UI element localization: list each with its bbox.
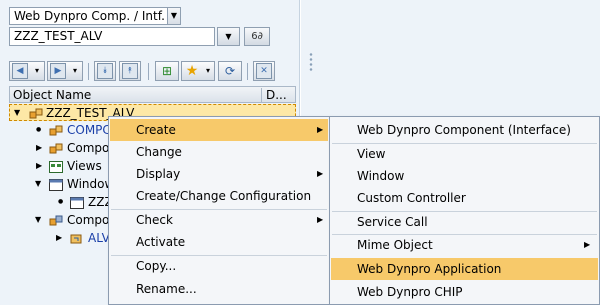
menu-item-check[interactable]: Check ▶ [110, 209, 328, 231]
favorites-button[interactable]: ★ ▾ [181, 61, 215, 81]
back-button[interactable]: ◀ ▾ [9, 61, 45, 81]
menu-item-rename[interactable]: Rename... [110, 278, 328, 300]
submenu-item-mime-object[interactable]: Mime Object ▶ [331, 234, 598, 256]
submenu-item-window[interactable]: Window [331, 165, 598, 187]
toolbar-separator [88, 63, 89, 80]
menu-label: Window [357, 169, 405, 183]
menu-label: Check [136, 213, 173, 227]
context-menu: Create ▶ Change Display ▶ Create/Change … [108, 116, 330, 305]
menu-label: Custom Controller [357, 191, 466, 205]
submenu-item-web-dynpro-chip[interactable]: Web Dynpro CHIP [331, 281, 598, 303]
small-dropdown-icon: ▾ [205, 66, 210, 75]
menu-label: Create [136, 123, 176, 137]
expand-down-icon: ⯯ [97, 63, 113, 79]
submenu-item-web-dynpro-application[interactable]: Web Dynpro Application [331, 258, 598, 280]
tree-label: Views [67, 159, 102, 173]
collapsed-arrow-icon: ▶ [36, 143, 43, 152]
submenu-arrow-icon: ▶ [317, 169, 324, 178]
views-icon [49, 160, 63, 173]
submenu-arrow-icon: ▶ [317, 215, 324, 224]
menu-item-display[interactable]: Display ▶ [110, 163, 328, 185]
close-tree-button[interactable]: ✕ [253, 61, 275, 81]
tree-label: ALV [88, 231, 110, 245]
create-submenu: Web Dynpro Component (Interface) View Wi… [329, 116, 600, 305]
submenu-item-view[interactable]: View [331, 143, 598, 165]
submenu-item-custom-controller[interactable]: Custom Controller [331, 187, 598, 209]
component-icon [49, 124, 63, 136]
menu-label: Service Call [357, 215, 428, 229]
menu-item-create-change-configuration[interactable]: Create/Change Configuration [110, 185, 328, 207]
menu-item-create[interactable]: Create ▶ [110, 119, 328, 141]
menu-item-activate[interactable]: Activate [110, 231, 328, 253]
submenu-arrow-icon: ▶ [317, 125, 324, 134]
collapse-up-icon: ⯭ [122, 63, 138, 79]
star-icon: ★ [185, 63, 199, 79]
window-icon [70, 196, 84, 209]
object-type-value: Web Dynpro Comp. / Intf. [14, 9, 165, 23]
component-use-icon [49, 214, 63, 226]
object-name-value: ZZZ_TEST_ALV [14, 29, 103, 43]
toolbar-separator [247, 63, 248, 80]
object-name-input[interactable]: ZZZ_TEST_ALV [9, 27, 215, 46]
column-description[interactable]: D... [261, 88, 287, 103]
menu-label: Mime Object [357, 238, 433, 252]
menu-item-change[interactable]: Change [110, 141, 328, 163]
submenu-arrow-icon: ▶ [584, 240, 591, 249]
menu-label: Web Dynpro CHIP [357, 285, 463, 299]
chevron-down-icon[interactable]: ▼ [167, 8, 180, 24]
submenu-item-web-dynpro-component-interface[interactable]: Web Dynpro Component (Interface) [331, 119, 598, 141]
menu-label: Web Dynpro Application [357, 262, 502, 276]
arrow-right-icon: ▶ [50, 63, 66, 79]
window-icon [49, 178, 63, 191]
small-dropdown-icon: ▾ [72, 66, 77, 75]
display-glasses-button[interactable]: 6∂ [244, 27, 270, 46]
bullet-icon: ● [36, 126, 42, 133]
forward-button[interactable]: ▶ ▾ [47, 61, 83, 81]
menu-label: Change [136, 145, 182, 159]
menu-label: Create/Change Configuration [136, 189, 312, 203]
component-icon [49, 142, 63, 154]
column-object-name[interactable]: Object Name [13, 88, 91, 102]
tree-label: COMPC [67, 123, 111, 137]
splitter-handle[interactable] [309, 52, 313, 72]
component-usage-icon [70, 232, 84, 244]
menu-label: Rename... [136, 282, 197, 296]
component-icon [29, 107, 43, 119]
toolbar-separator [148, 63, 149, 80]
refresh-button[interactable]: ⟳ [218, 61, 242, 81]
expand-arrow-icon: ▼ [35, 179, 42, 188]
object-type-dropdown[interactable]: Web Dynpro Comp. / Intf. [9, 7, 181, 25]
submenu-item-service-call[interactable]: Service Call [331, 211, 598, 233]
collapsed-arrow-icon: ▶ [36, 161, 43, 170]
menu-item-copy[interactable]: Copy... [110, 255, 328, 277]
expand-arrow-icon: ▼ [35, 215, 42, 224]
expand-arrow-icon: ▼ [14, 108, 21, 117]
arrow-left-icon: ◀ [12, 63, 28, 79]
small-dropdown-icon: ▾ [34, 66, 39, 75]
tree-column-header: Object Name D... [9, 86, 296, 103]
expand-all-button[interactable]: ⯯ [94, 61, 116, 81]
close-icon: ✕ [256, 63, 272, 79]
name-history-button[interactable]: ▼ [217, 27, 240, 46]
hierarchy-icon: ⊞ [161, 64, 173, 78]
menu-label: Copy... [136, 259, 177, 273]
menu-label: Display [136, 167, 181, 181]
collapse-all-button[interactable]: ⯭ [119, 61, 141, 81]
menu-label: Activate [136, 235, 186, 249]
hierarchy-button[interactable]: ⊞ [155, 61, 179, 81]
collapsed-arrow-icon: ▶ [56, 233, 63, 242]
menu-label: Web Dynpro Component (Interface) [357, 123, 571, 137]
menu-label: View [357, 147, 386, 161]
bullet-icon: ● [58, 198, 64, 205]
refresh-icon: ⟳ [224, 64, 236, 78]
